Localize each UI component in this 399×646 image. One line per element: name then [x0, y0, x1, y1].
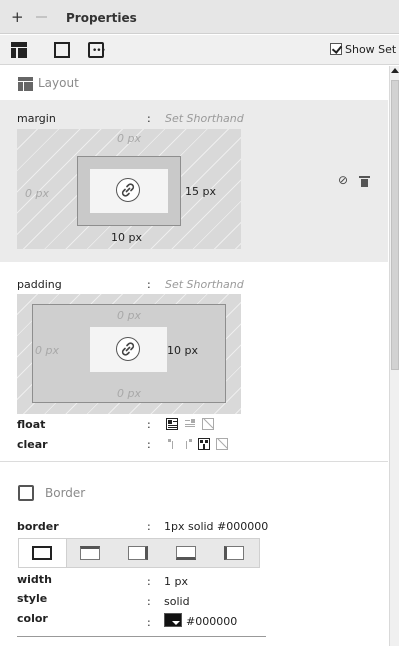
- float-right-icon[interactable]: [184, 418, 196, 430]
- border-icon: [18, 485, 34, 501]
- border-left-tab[interactable]: [211, 539, 259, 567]
- border-category-icon[interactable]: [54, 42, 70, 58]
- padding-top-value[interactable]: 0 px: [117, 309, 141, 322]
- link-icon[interactable]: [116, 178, 140, 202]
- layout-category-icon[interactable]: [11, 42, 27, 58]
- padding-right-value[interactable]: 10 px: [167, 344, 198, 357]
- float-options: [166, 418, 226, 432]
- margin-shorthand[interactable]: Set Shorthand: [165, 112, 244, 125]
- padding-left-value[interactable]: 0 px: [35, 344, 59, 357]
- padding-content-box: [90, 327, 167, 372]
- border-color-colon: :: [147, 616, 151, 629]
- border-all-tab[interactable]: [19, 539, 67, 567]
- float-label: float: [17, 418, 46, 431]
- properties-content: Layout margin : Set Shorthand 0 px 0 px …: [0, 66, 388, 646]
- margin-left-value[interactable]: 0 px: [25, 187, 49, 200]
- margin-border-box: [77, 156, 181, 226]
- disable-property-icon[interactable]: ⊘: [338, 173, 348, 187]
- margin-top-value[interactable]: 0 px: [117, 132, 141, 145]
- border-section-header[interactable]: Border: [0, 476, 388, 510]
- float-colon: :: [147, 418, 151, 431]
- margin-colon: :: [147, 112, 151, 125]
- border-color-label: color: [17, 612, 48, 625]
- padding-shorthand[interactable]: Set Shorthand: [165, 278, 244, 291]
- padding-bottom-value[interactable]: 0 px: [117, 387, 141, 400]
- row-divider: [17, 636, 266, 637]
- show-set-checkbox[interactable]: [330, 43, 342, 55]
- scroll-thumb[interactable]: [391, 80, 399, 370]
- border-side-tabs: [18, 538, 260, 568]
- margin-box-diagram: 0 px 0 px 15 px 10 px: [17, 129, 241, 249]
- margin-row: margin : Set Shorthand 0 px 0 px 15 px 1…: [0, 100, 388, 262]
- margin-bottom-value[interactable]: 10 px: [111, 231, 142, 244]
- more-category-icon[interactable]: •••: [88, 42, 106, 58]
- clear-left-icon[interactable]: [166, 438, 178, 450]
- vertical-scrollbar[interactable]: [389, 66, 399, 646]
- scroll-up-arrow-icon[interactable]: [391, 68, 399, 73]
- clear-none-icon[interactable]: [216, 438, 228, 450]
- border-color-swatch[interactable]: [164, 613, 182, 627]
- border-right-tab[interactable]: [115, 539, 163, 567]
- margin-content-box: [90, 169, 168, 213]
- padding-label: padding: [17, 278, 62, 291]
- clear-both-icon[interactable]: [198, 438, 210, 450]
- border-style-label: style: [17, 592, 48, 605]
- show-set-toggle[interactable]: Show Set: [330, 43, 396, 56]
- margin-right-value[interactable]: 15 px: [185, 185, 216, 198]
- remove-selector-button[interactable]: [36, 16, 47, 18]
- clear-right-icon[interactable]: [182, 438, 194, 450]
- border-color-value[interactable]: #000000: [186, 615, 237, 628]
- layout-icon: [18, 77, 33, 91]
- clear-label: clear: [17, 438, 48, 451]
- float-left-icon[interactable]: [166, 418, 178, 430]
- border-label: border: [17, 520, 59, 533]
- border-width-colon: :: [147, 575, 151, 588]
- panel-titlebar: + Properties: [0, 0, 399, 34]
- padding-box-diagram: 0 px 0 px 10 px 0 px: [17, 294, 241, 414]
- border-section-label: Border: [45, 486, 86, 500]
- padding-colon: :: [147, 278, 151, 291]
- border-top-tab[interactable]: [67, 539, 115, 567]
- margin-label: margin: [17, 112, 56, 125]
- properties-toolbar: ••• Show Set: [0, 35, 399, 65]
- layout-section-label: Layout: [38, 76, 79, 90]
- link-icon[interactable]: [116, 337, 140, 361]
- show-set-label: Show Set: [345, 43, 397, 56]
- border-bottom-tab[interactable]: [163, 539, 211, 567]
- panel-title: Properties: [66, 11, 137, 25]
- add-selector-button[interactable]: +: [11, 10, 24, 25]
- delete-property-icon[interactable]: [359, 176, 370, 187]
- float-none-icon[interactable]: [202, 418, 214, 430]
- border-colon: :: [147, 520, 151, 533]
- clear-colon: :: [147, 438, 151, 451]
- border-width-label: width: [17, 573, 52, 586]
- section-divider: [0, 461, 388, 462]
- clear-options: [166, 438, 246, 452]
- layout-section-header[interactable]: Layout: [0, 66, 388, 100]
- border-width-value[interactable]: 1 px: [164, 575, 188, 588]
- border-style-value[interactable]: solid: [164, 595, 190, 608]
- border-style-colon: :: [147, 595, 151, 608]
- padding-border-box: 0 px 0 px 10 px 0 px: [32, 304, 226, 403]
- border-value[interactable]: 1px solid #000000: [164, 520, 268, 533]
